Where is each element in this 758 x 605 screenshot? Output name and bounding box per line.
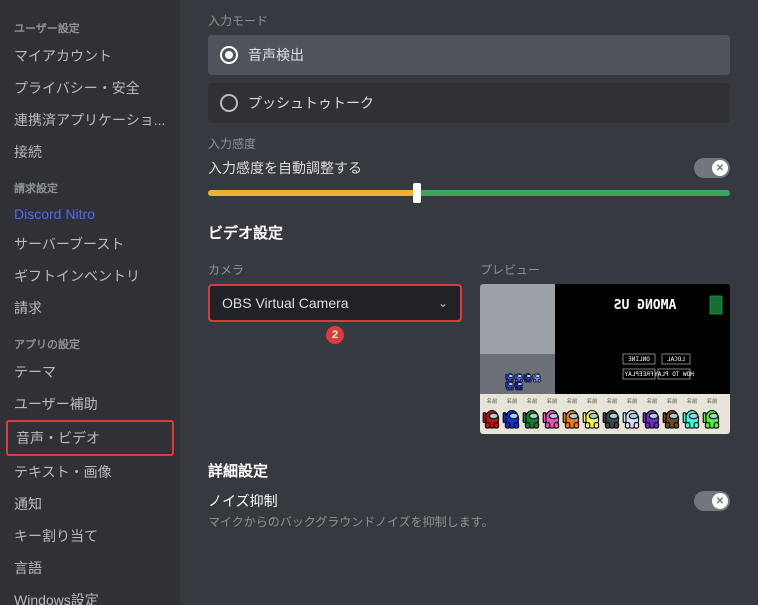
svg-text:名前: 名前 [546,397,558,405]
svg-text:名前: 名前 [506,397,518,405]
camera-label: カメラ [208,261,462,278]
sidebar-item-billing[interactable]: 請求 [6,292,174,324]
noise-suppression-label: ノイズ抑制 [208,491,493,511]
toggle-knob-icon: ✕ [712,160,728,176]
sidebar-header-app: アプリの設定 [6,324,174,356]
svg-text:名前: 名前 [686,397,698,405]
sidebar-item-notifications[interactable]: 通知 [6,488,174,520]
camera-select-value: OBS Virtual Camera [222,295,349,311]
camera-select-highlight: OBS Virtual Camera ⌄ 2 [208,284,462,322]
svg-text:HOW TO PLAY: HOW TO PLAY [654,371,694,378]
sidebar-item-voice-video[interactable]: 音声・ビデオ 1 [6,420,174,456]
sidebar-item-connections[interactable]: 接続 [6,136,174,168]
sidebar-item-nitro[interactable]: Discord Nitro [6,200,174,228]
noise-suppression-row: ノイズ抑制 マイクからのバックグラウンドノイズを抑制します。 ✕ [208,491,730,530]
radio-push-to-talk[interactable]: プッシュトゥトーク [208,83,730,123]
main-panel: 入力モード 音声検出 プッシュトゥトーク 入力感度 入力感度を自動調整する ✕ … [180,0,758,605]
radio-voice-activity[interactable]: 音声検出 [208,35,730,75]
slider-thumb[interactable] [413,183,421,203]
camera-select[interactable]: OBS Virtual Camera ⌄ [210,286,460,320]
camera-preview: AMONG US LOCAL ONLINE HOW TO PLAY FREEPL… [480,284,730,434]
sidebar-item-gift-inventory[interactable]: ギフトインベントリ [6,260,174,292]
svg-text:名前: 名前 [586,397,598,405]
svg-text:名前: 名前 [486,397,498,405]
svg-text:名前: 名前 [646,397,658,405]
preview-title: AMONG US [614,298,677,313]
radio-label: 音声検出 [248,45,304,65]
sidebar-item-connections-apps[interactable]: 連携済アプリケーショ... [6,104,174,136]
svg-text:名前: 名前 [666,397,678,405]
input-mode-label: 入力モード [208,12,730,29]
sensitivity-slider[interactable] [208,190,730,196]
toggle-knob-icon: ✕ [712,493,728,509]
svg-text:名前: 名前 [706,397,718,405]
sidebar-item-language[interactable]: 言語 [6,552,174,584]
sidebar-item-theme[interactable]: テーマ [6,356,174,388]
svg-text:名前: 名前 [626,397,638,405]
sidebar-item-privacy[interactable]: プライバシー・安全 [6,72,174,104]
noise-suppression-desc: マイクからのバックグラウンドノイズを抑制します。 [208,513,493,530]
sidebar-header-user: ユーザー設定 [6,8,174,40]
radio-icon [220,46,238,64]
sidebar-item-windows[interactable]: Windows設定 [6,584,174,605]
annotation-badge-2: 2 [326,326,344,344]
preview-label: プレビュー [480,261,730,278]
video-settings-title: ビデオ設定 [208,222,730,243]
sidebar-item-my-account[interactable]: マイアカウント [6,40,174,72]
svg-text:名前: 名前 [606,397,618,405]
radio-label: プッシュトゥトーク [248,93,374,113]
sidebar-item-accessibility[interactable]: ユーザー補助 [6,388,174,420]
auto-sensitivity-row: 入力感度を自動調整する ✕ [208,158,730,178]
radio-icon [220,94,238,112]
sidebar-header-billing: 請求設定 [6,168,174,200]
svg-text:LOCAL: LOCAL [667,356,685,363]
sidebar-item-label: 音声・ビデオ [16,430,100,446]
sensitivity-label: 入力感度 [208,135,730,152]
svg-text:名前: 名前 [526,397,538,405]
svg-text:FREEPLAY: FREEPLAY [624,371,653,378]
svg-text:名前: 名前 [566,397,578,405]
svg-text:ONLINE: ONLINE [628,356,650,363]
sidebar: ユーザー設定 マイアカウント プライバシー・安全 連携済アプリケーショ... 接… [0,0,180,605]
advanced-title: 詳細設定 [208,460,730,481]
sidebar-item-server-boost[interactable]: サーバーブースト [6,228,174,260]
sidebar-item-text-images[interactable]: テキスト・画像 [6,456,174,488]
sidebar-item-keybinds[interactable]: キー割り当て [6,520,174,552]
chevron-down-icon: ⌄ [438,296,448,310]
auto-sensitivity-label: 入力感度を自動調整する [208,158,362,178]
auto-sensitivity-toggle[interactable]: ✕ [694,158,730,178]
noise-suppression-toggle[interactable]: ✕ [694,491,730,511]
input-mode-radio-group: 音声検出 プッシュトゥトーク [208,35,730,123]
